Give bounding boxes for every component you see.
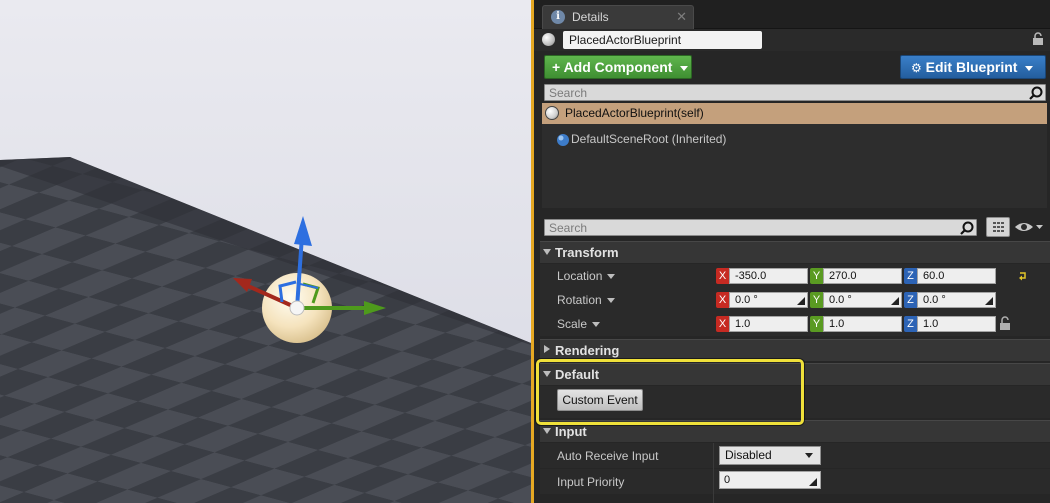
actor-icon bbox=[545, 106, 559, 120]
drag-handle-icon bbox=[891, 295, 899, 309]
component-search-input[interactable] bbox=[545, 85, 1045, 100]
edit-blueprint-label: Edit Blueprint bbox=[925, 59, 1018, 75]
auto-receive-input-dropdown[interactable]: Disabled bbox=[719, 446, 821, 465]
add-component-button[interactable]: + Add Component bbox=[544, 55, 692, 79]
search-icon[interactable] bbox=[1029, 86, 1043, 103]
y-axis-icon: Y bbox=[810, 268, 823, 284]
rotation-x-field[interactable]: 0.0 ° bbox=[729, 292, 808, 308]
input-priority-value: 0 bbox=[724, 474, 731, 486]
view-options-button[interactable] bbox=[1014, 220, 1044, 237]
auto-receive-input-label: Auto Receive Input bbox=[557, 449, 659, 463]
edit-blueprint-button[interactable]: ⚙ Edit Blueprint bbox=[900, 55, 1046, 79]
details-panel: i Details ✕ PlacedActorBlueprint + Add C… bbox=[534, 0, 1050, 503]
actor-icon bbox=[542, 33, 555, 46]
collapse-arrow-icon bbox=[543, 428, 551, 434]
collapse-arrow-icon bbox=[543, 249, 551, 255]
section-title: Transform bbox=[555, 245, 619, 260]
scale-y-field[interactable]: 1.0 bbox=[823, 316, 902, 332]
rotation-y-field[interactable]: 0.0 ° bbox=[823, 292, 902, 308]
chevron-down-icon bbox=[805, 453, 813, 458]
component-item-self[interactable]: PlacedActorBlueprint(self) bbox=[542, 103, 1047, 124]
actor-header: PlacedActorBlueprint bbox=[534, 29, 1050, 51]
highlight-callout bbox=[536, 359, 804, 425]
location-row: Location X -350.0 Y 270.0 Z 60.0 bbox=[540, 264, 1050, 288]
rotation-row: Rotation X 0.0 ° Y 0.0 ° Z 0.0 ° bbox=[540, 288, 1050, 312]
input-priority-field[interactable]: 0 bbox=[719, 471, 821, 489]
tab-details-label: Details bbox=[572, 10, 609, 24]
section-title: Rendering bbox=[555, 343, 620, 358]
scale-row: Scale X 1.0 Y 1.0 Z 1.0 bbox=[540, 312, 1050, 336]
dropdown-value: Disabled bbox=[725, 448, 772, 462]
component-toolbar: + Add Component ⚙ Edit Blueprint bbox=[534, 53, 1050, 83]
lock-icon[interactable] bbox=[1032, 32, 1044, 49]
drag-handle-icon bbox=[809, 475, 817, 491]
component-item-label: PlacedActorBlueprint(self) bbox=[565, 106, 704, 120]
drag-handle-icon bbox=[985, 295, 993, 309]
section-title: Input bbox=[555, 424, 587, 439]
scene-component-icon bbox=[556, 133, 569, 146]
rotation-z-field[interactable]: 0.0 ° bbox=[917, 292, 996, 308]
search-icon[interactable] bbox=[960, 221, 974, 238]
eye-icon bbox=[1015, 223, 1033, 231]
tab-details[interactable]: i Details ✕ bbox=[542, 5, 694, 29]
location-x-field[interactable]: -350.0 bbox=[729, 268, 808, 284]
chevron-down-icon bbox=[1025, 65, 1034, 71]
expand-arrow-icon bbox=[544, 345, 550, 353]
add-component-label: Add Component bbox=[563, 59, 673, 75]
actor-name-field[interactable]: PlacedActorBlueprint bbox=[563, 31, 762, 49]
y-axis-icon: Y bbox=[810, 316, 823, 332]
z-axis-icon: Z bbox=[904, 268, 917, 284]
tab-bar: i Details ✕ bbox=[534, 0, 1050, 29]
chevron-down-icon bbox=[680, 65, 689, 71]
close-icon[interactable]: ✕ bbox=[676, 9, 687, 25]
scale-x-field[interactable]: 1.0 bbox=[729, 316, 808, 332]
details-search bbox=[544, 219, 977, 236]
grid-view-icon bbox=[993, 222, 1004, 232]
component-tree: PlacedActorBlueprint(self) DefaultSceneR… bbox=[542, 103, 1047, 208]
scale-z-field[interactable]: 1.0 bbox=[917, 316, 996, 332]
rotation-label[interactable]: Rotation bbox=[557, 293, 615, 307]
plus-icon: + bbox=[552, 59, 561, 75]
property-matrix-button[interactable] bbox=[986, 217, 1010, 237]
viewport-scene bbox=[0, 0, 531, 503]
component-item-label: DefaultSceneRoot (Inherited) bbox=[571, 132, 727, 146]
location-z-field[interactable]: 60.0 bbox=[917, 268, 996, 284]
info-icon: i bbox=[551, 10, 565, 24]
scale-label[interactable]: Scale bbox=[557, 317, 601, 331]
section-rendering[interactable]: Rendering bbox=[540, 339, 1050, 361]
gear-icon: ⚙ bbox=[911, 61, 922, 75]
level-viewport[interactable] bbox=[0, 0, 531, 503]
lock-icon[interactable] bbox=[999, 316, 1011, 334]
z-axis-icon: Z bbox=[904, 292, 917, 308]
y-axis-icon: Y bbox=[810, 292, 823, 308]
x-axis-icon: X bbox=[716, 268, 729, 284]
z-axis-icon: Z bbox=[904, 316, 917, 332]
reset-arrow-icon[interactable] bbox=[1018, 270, 1028, 284]
drag-handle-icon bbox=[797, 295, 805, 309]
location-y-field[interactable]: 270.0 bbox=[823, 268, 902, 284]
component-item-default-scene-root[interactable]: DefaultSceneRoot (Inherited) bbox=[542, 129, 1047, 149]
section-transform[interactable]: Transform bbox=[540, 241, 1050, 263]
x-axis-icon: X bbox=[716, 316, 729, 332]
location-label[interactable]: Location bbox=[557, 269, 616, 283]
input-priority-label: Input Priority bbox=[557, 475, 625, 489]
details-search-input[interactable] bbox=[545, 220, 976, 235]
x-axis-icon: X bbox=[716, 292, 729, 308]
component-search bbox=[544, 84, 1046, 101]
column-divider bbox=[713, 443, 714, 503]
